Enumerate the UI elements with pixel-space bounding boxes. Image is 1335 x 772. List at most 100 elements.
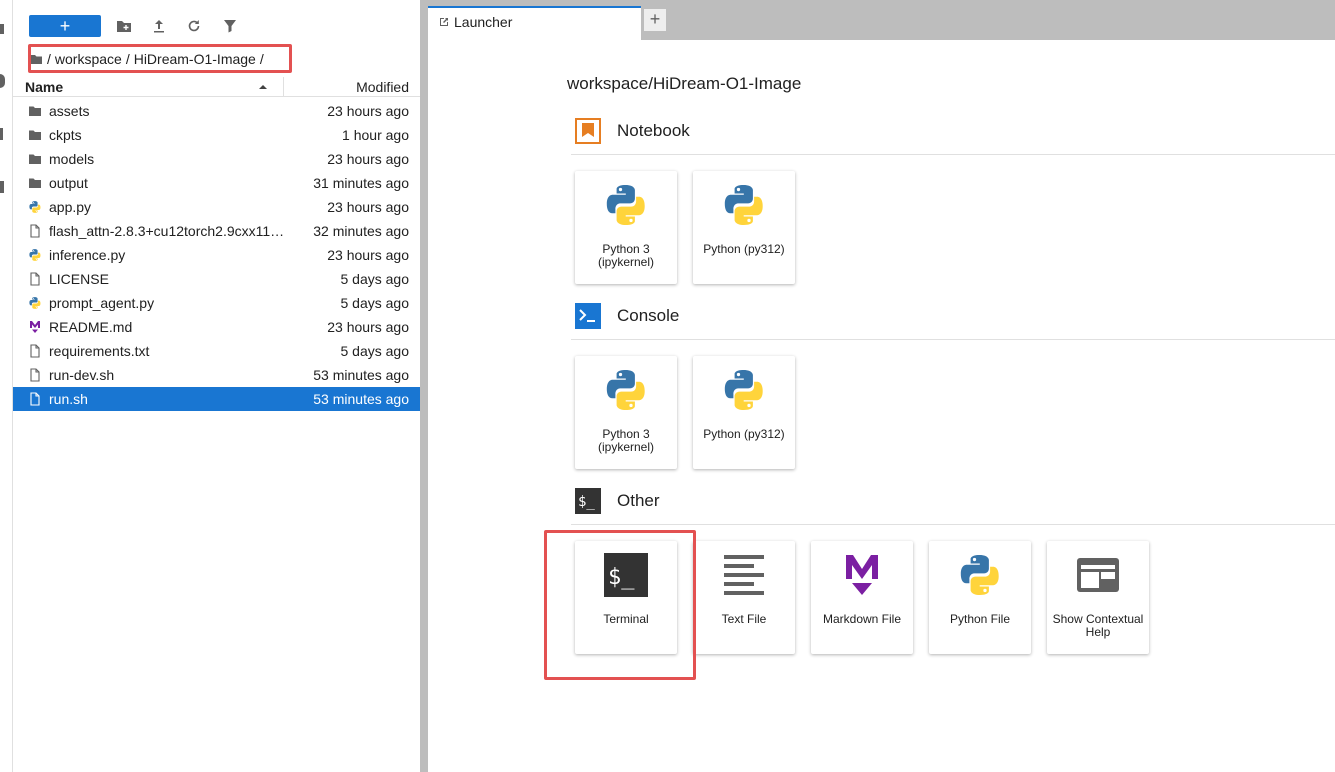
section-divider bbox=[571, 154, 1335, 155]
python-file-icon bbox=[28, 296, 42, 310]
svg-text:$_: $_ bbox=[578, 494, 595, 510]
circle-icon[interactable] bbox=[0, 74, 5, 88]
python-file-icon bbox=[28, 248, 42, 262]
file-name: flash_attn-2.8.3+cu12torch2.9cxx11abiTRU… bbox=[49, 223, 285, 239]
list-icon[interactable] bbox=[0, 128, 3, 140]
notebook-section-header: Notebook bbox=[575, 118, 1335, 148]
panel-splitter[interactable] bbox=[420, 0, 428, 772]
notebook-section-title: Notebook bbox=[617, 121, 690, 140]
file-modified: 23 hours ago bbox=[327, 151, 409, 167]
notebook-py312-card[interactable]: Python (py312) bbox=[693, 171, 795, 284]
file-modified: 23 hours ago bbox=[327, 247, 409, 263]
puzzle-icon[interactable] bbox=[0, 181, 4, 193]
file-modified: 5 days ago bbox=[340, 343, 410, 359]
contextual-help-card[interactable]: Show Contextual Help bbox=[1047, 541, 1149, 654]
file-row[interactable]: run.sh 53 minutes ago bbox=[13, 387, 421, 411]
other-section-title: Other bbox=[617, 491, 660, 510]
new-launcher-button[interactable]: + bbox=[29, 15, 101, 37]
file-browser-toolbar: + bbox=[13, 0, 421, 46]
file-name: assets bbox=[49, 103, 90, 119]
console-section-title: Console bbox=[617, 306, 680, 325]
tab-bar: Launcher + bbox=[428, 0, 1335, 40]
running-icon[interactable] bbox=[0, 24, 4, 34]
file-name: prompt_agent.py bbox=[49, 295, 155, 311]
file-modified: 53 minutes ago bbox=[313, 391, 409, 407]
markdown-file-icon bbox=[28, 320, 42, 334]
console-python3-card[interactable]: Python 3 (ipykernel) bbox=[575, 356, 677, 469]
console-section-header: Console bbox=[575, 303, 1335, 333]
new-folder-icon[interactable] bbox=[115, 17, 133, 35]
file-modified: 23 hours ago bbox=[327, 319, 409, 335]
filter-icon[interactable] bbox=[221, 17, 239, 35]
card-label: Python File bbox=[949, 612, 1011, 626]
file-name: README.md bbox=[49, 319, 133, 335]
file-row[interactable]: assets 23 hours ago bbox=[13, 99, 421, 123]
python-logo-icon bbox=[720, 181, 768, 229]
file-list: assets 23 hours ago ckpts 1 hour ago models 2… bbox=[13, 99, 421, 411]
file-row[interactable]: ckpts 1 hour ago bbox=[13, 123, 421, 147]
launcher-icon bbox=[438, 16, 450, 28]
file-name: LICENSE bbox=[49, 271, 109, 287]
card-label: Python 3 (ipykernel) bbox=[597, 427, 654, 454]
upload-icon[interactable] bbox=[150, 17, 168, 35]
file-row[interactable]: output 31 minutes ago bbox=[13, 171, 421, 195]
other-section-header: $_ Other bbox=[575, 488, 1335, 518]
column-divider[interactable] bbox=[283, 77, 284, 97]
file-row[interactable]: LICENSE 5 days ago bbox=[13, 267, 421, 291]
file-row[interactable]: flash_attn-2.8.3+cu12torch2.9cxx11abiTRU… bbox=[13, 219, 421, 243]
breadcrumb-highlight-box bbox=[28, 44, 292, 73]
file-row[interactable]: prompt_agent.py 5 days ago bbox=[13, 291, 421, 315]
file-icon bbox=[28, 272, 42, 286]
contextual-help-icon bbox=[1074, 551, 1122, 599]
folder-icon bbox=[28, 176, 42, 190]
terminal-small-icon: $_ bbox=[575, 488, 601, 514]
tab-launcher[interactable]: Launcher bbox=[428, 6, 641, 40]
file-modified: 23 hours ago bbox=[327, 103, 409, 119]
file-modified: 5 days ago bbox=[340, 295, 410, 311]
python-logo-icon bbox=[602, 181, 650, 229]
file-row[interactable]: inference.py 23 hours ago bbox=[13, 243, 421, 267]
markdown-icon bbox=[838, 551, 886, 599]
file-name: run.sh bbox=[49, 391, 88, 407]
add-tab-button[interactable]: + bbox=[643, 8, 667, 32]
file-list-header: Name Modified bbox=[13, 77, 421, 97]
python-logo-icon bbox=[602, 366, 650, 414]
file-row[interactable]: app.py 23 hours ago bbox=[13, 195, 421, 219]
python-file-card[interactable]: Python File bbox=[929, 541, 1031, 654]
card-label: Python 3 (ipykernel) bbox=[597, 242, 654, 269]
card-label: Markdown File bbox=[822, 612, 902, 626]
markdown-file-card[interactable]: Markdown File bbox=[811, 541, 913, 654]
file-row[interactable]: README.md 23 hours ago bbox=[13, 315, 421, 339]
file-row[interactable]: requirements.txt 5 days ago bbox=[13, 339, 421, 363]
file-row[interactable]: run-dev.sh 53 minutes ago bbox=[13, 363, 421, 387]
file-icon bbox=[28, 392, 42, 406]
section-divider bbox=[571, 524, 1335, 525]
notebook-python3-card[interactable]: Python 3 (ipykernel) bbox=[575, 171, 677, 284]
card-label: Python (py312) bbox=[703, 242, 785, 256]
terminal-highlight-box bbox=[544, 530, 696, 680]
launcher-path: workspace/HiDream-O1-Image bbox=[567, 74, 802, 93]
file-modified: 23 hours ago bbox=[327, 199, 409, 215]
file-name: inference.py bbox=[49, 247, 126, 263]
console-py312-card[interactable]: Python (py312) bbox=[693, 356, 795, 469]
text-file-card[interactable]: Text File bbox=[693, 541, 795, 654]
text-file-icon bbox=[720, 551, 768, 599]
file-row[interactable]: models 23 hours ago bbox=[13, 147, 421, 171]
file-modified: 1 hour ago bbox=[342, 127, 409, 143]
section-divider bbox=[571, 339, 1335, 340]
name-column-header[interactable]: Name bbox=[25, 79, 63, 95]
file-browser: + / workspace / HiDream-O1-Image / Name … bbox=[12, 0, 421, 772]
activity-bar bbox=[0, 0, 12, 772]
folder-icon bbox=[28, 152, 42, 166]
refresh-icon[interactable] bbox=[185, 17, 203, 35]
sort-ascending-icon[interactable] bbox=[257, 80, 269, 92]
card-label: Text File bbox=[721, 612, 767, 626]
card-label: Show Contextual Help bbox=[1052, 612, 1144, 639]
file-name: models bbox=[49, 151, 95, 167]
file-icon bbox=[28, 224, 42, 238]
file-modified: 5 days ago bbox=[340, 271, 410, 287]
file-modified: 32 minutes ago bbox=[313, 223, 409, 239]
folder-icon bbox=[28, 128, 42, 142]
modified-column-header[interactable]: Modified bbox=[356, 79, 409, 95]
file-icon bbox=[28, 344, 42, 358]
